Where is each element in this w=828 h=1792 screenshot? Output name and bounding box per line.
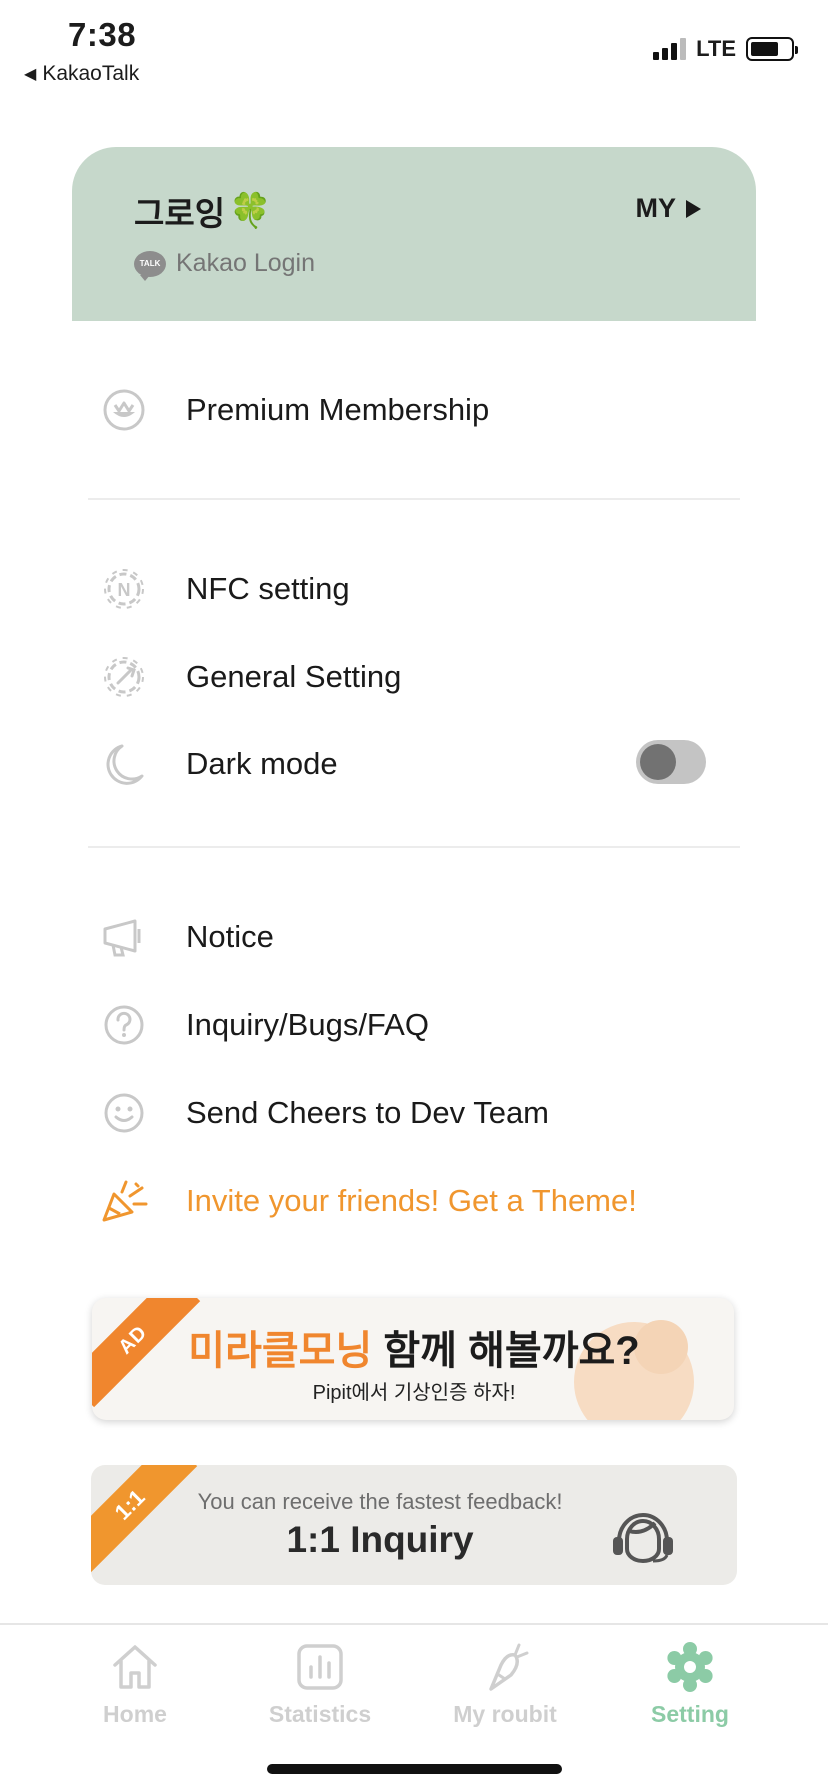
party-popper-icon — [100, 1177, 148, 1225]
menu-item-invite[interactable]: Invite your friends! Get a Theme! — [100, 1171, 637, 1231]
inquiry-ribbon: 1:1 — [91, 1465, 198, 1573]
menu-item-general-setting[interactable]: General Setting — [100, 647, 401, 707]
profile-name: 그로잉 🍀 — [134, 187, 271, 235]
inquiry-banner[interactable]: 1:1 You can receive the fastest feedback… — [91, 1465, 737, 1585]
tab-label-setting: Setting — [651, 1701, 729, 1727]
ad-banner[interactable]: AD 미라클모닝 함께 해볼까요? Pipit에서 기상인증 하자! — [92, 1298, 734, 1420]
ad-subtitle: Pipit에서 기상인증 하자! — [312, 1382, 516, 1404]
dark-mode-toggle[interactable] — [636, 740, 706, 784]
menu-label-general-setting: General Setting — [186, 659, 402, 694]
menu-item-nfc[interactable]: N NFC setting — [100, 559, 350, 619]
back-to-app-link[interactable]: ◀ KakaoTalk — [24, 62, 139, 86]
menu-label-dark-mode: Dark mode — [186, 746, 338, 781]
ad-title-rest: 함께 해볼까요? — [372, 1329, 640, 1373]
my-page-label: MY — [635, 193, 677, 223]
play-arrow-icon — [686, 199, 701, 218]
status-bar: 7:38 ◀ KakaoTalk LTE — [0, 0, 828, 100]
menu-label-cheers: Send Cheers to Dev Team — [186, 1095, 550, 1130]
settings-gear-icon — [100, 653, 148, 701]
status-time: 7:38 — [68, 16, 137, 53]
tab-home[interactable]: Home — [50, 1641, 220, 1728]
svg-text:N: N — [118, 580, 131, 600]
tab-label-my-roubit: My roubit — [453, 1701, 557, 1727]
premium-icon — [100, 386, 148, 434]
kakao-talk-icon: TALK — [134, 250, 166, 281]
divider — [88, 498, 740, 500]
profile-name-text: 그로잉 — [134, 195, 226, 232]
tab-statistics[interactable]: Statistics — [235, 1641, 405, 1728]
tab-my-roubit[interactable]: My roubit — [420, 1641, 590, 1728]
menu-item-dark-mode: Dark mode — [100, 734, 338, 794]
my-page-button[interactable]: MY — [636, 193, 703, 224]
divider — [88, 846, 740, 848]
battery-icon — [746, 37, 798, 61]
profile-card[interactable]: 그로잉 🍀 MY TALK Kakao Login — [72, 147, 756, 321]
menu-label-premium: Premium Membership — [186, 392, 490, 427]
carrot-icon — [489, 1643, 529, 1691]
tab-setting[interactable]: Setting — [605, 1641, 775, 1728]
nfc-gear-icon: N — [100, 565, 148, 613]
tab-label-home: Home — [103, 1701, 167, 1727]
ad-title-highlight: 미라클모닝 — [188, 1329, 373, 1373]
ad-ribbon: AD — [92, 1298, 201, 1408]
question-circle-icon — [100, 1001, 148, 1049]
tab-label-statistics: Statistics — [268, 1701, 372, 1727]
statistics-icon — [297, 1644, 343, 1690]
menu-label-notice: Notice — [186, 919, 274, 954]
status-indicators: LTE — [653, 36, 798, 62]
menu-item-notice[interactable]: Notice — [100, 907, 274, 967]
network-type: LTE — [696, 36, 736, 61]
moon-icon — [100, 740, 148, 788]
ad-title: 미라클모닝 함께 해볼까요? — [188, 1318, 640, 1376]
menu-item-inquiry[interactable]: Inquiry/Bugs/FAQ — [100, 995, 429, 1055]
clover-icon: 🍀 — [229, 192, 272, 230]
back-triangle-icon: ◀ — [24, 66, 37, 83]
megaphone-icon — [100, 913, 148, 961]
gear-icon — [667, 1642, 713, 1692]
menu-label-invite: Invite your friends! Get a Theme! — [186, 1183, 637, 1218]
home-indicator — [267, 1764, 562, 1774]
menu-item-cheers[interactable]: Send Cheers to Dev Team — [100, 1083, 549, 1143]
inquiry-title: 1:1 Inquiry — [286, 1519, 474, 1560]
menu-label-inquiry: Inquiry/Bugs/FAQ — [186, 1007, 429, 1042]
home-icon — [113, 1645, 157, 1689]
signal-icon — [653, 38, 687, 60]
toggle-knob — [640, 744, 676, 780]
headset-icon — [613, 1513, 673, 1563]
inquiry-subtitle: You can receive the fastest feedback! — [197, 1489, 563, 1514]
back-app-label: KakaoTalk — [42, 62, 140, 85]
menu-label-nfc: NFC setting — [186, 571, 350, 606]
login-method-label: Kakao Login — [176, 249, 316, 277]
login-method: TALK Kakao Login — [134, 249, 316, 281]
menu-item-premium[interactable]: Premium Membership — [100, 380, 489, 440]
smile-icon — [100, 1089, 148, 1137]
